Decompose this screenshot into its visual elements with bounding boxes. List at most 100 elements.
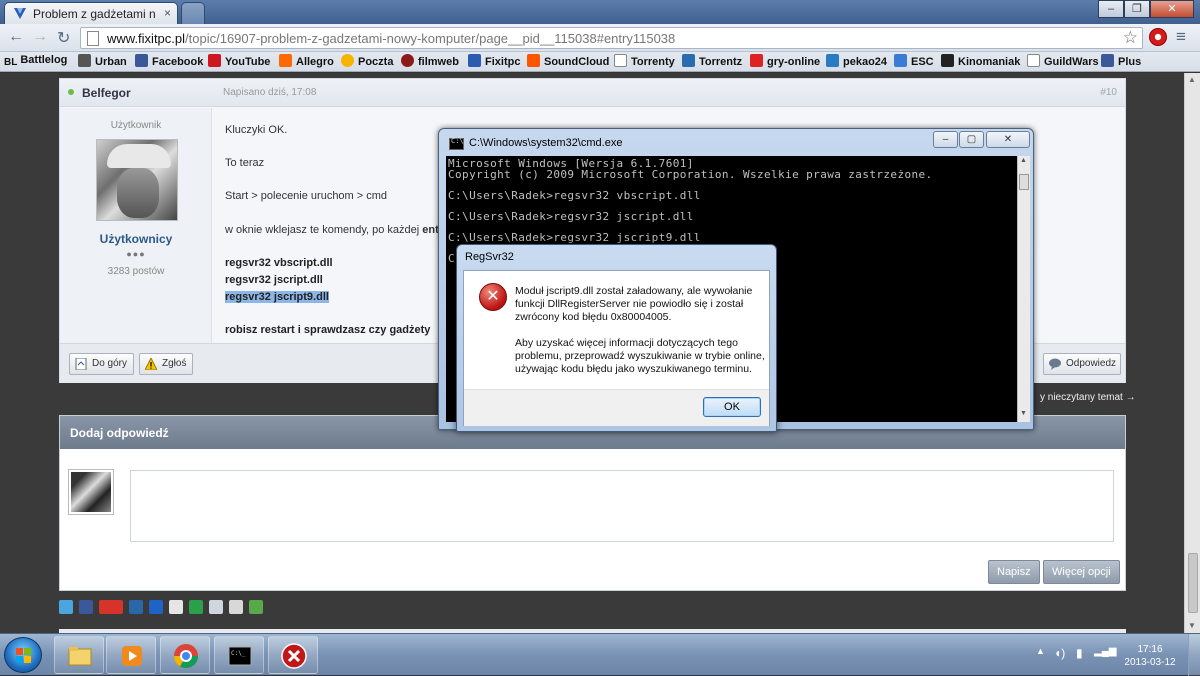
bookmark-kinomaniak[interactable]: Kinomaniak [941, 54, 1020, 68]
close-tab-icon[interactable]: × [164, 6, 171, 20]
reddit-icon[interactable] [169, 600, 183, 614]
battlelog-icon: BL [4, 57, 18, 68]
fixitpc-favicon-icon [14, 8, 26, 19]
reply-textarea[interactable] [130, 470, 1114, 542]
cmd-scrollbar-thumb[interactable] [1019, 174, 1029, 190]
taskbar-explorer[interactable] [54, 636, 104, 674]
delicious-icon[interactable] [149, 600, 163, 614]
clock-time: 17:16 [1137, 644, 1163, 655]
clock-date: 2013-03-12 [1124, 657, 1176, 668]
bookmark-plus[interactable]: Plus [1101, 54, 1141, 68]
page-scrollbar[interactable]: ▲ ▼ [1184, 73, 1200, 633]
facebook-icon[interactable] [79, 600, 93, 614]
user-avatar [68, 469, 114, 515]
post-number-link[interactable]: #10 [1100, 87, 1117, 98]
filmweb-icon [401, 54, 414, 67]
cmd-close-button[interactable]: ✕ [986, 131, 1030, 148]
show-hidden-icons-icon[interactable]: ▲ [1036, 646, 1045, 656]
cmd-minimize-button[interactable]: – [933, 131, 958, 148]
battery-icon[interactable]: ▮ [1076, 646, 1083, 660]
bookmark-soundcloud[interactable]: SoundCloud [527, 54, 609, 68]
scroll-down-icon[interactable]: ▼ [1188, 621, 1196, 630]
bookmark-facebook[interactable]: Facebook [135, 54, 203, 68]
post-line: Start > polecenie uruchom > cmd [225, 190, 388, 202]
url-text: www.fixitpc.pl/topic/16907-problem-z-gad… [107, 31, 676, 46]
unread-topic-link[interactable]: y nieczytany temat → [1040, 392, 1136, 403]
post-author-name[interactable]: Belfegor [82, 86, 131, 100]
cmd-window-title: C:\Windows\system32\cmd.exe [469, 137, 623, 149]
back-arrow-icon[interactable]: ← [8, 28, 24, 46]
bookmark-urban[interactable]: Urban [78, 54, 127, 68]
torrentz-icon [682, 54, 695, 67]
bookmark-star-icon[interactable]: ☆ [1123, 28, 1138, 48]
bookmark-filmweb[interactable]: filmweb [401, 54, 459, 68]
network-signal-icon[interactable]: ▂▄▆ [1094, 646, 1116, 657]
bookmark-poczta[interactable]: Poczta [341, 54, 393, 68]
fixitpc-icon [468, 54, 481, 67]
stumbleupon-icon[interactable] [189, 600, 203, 614]
bookmark-torrenty[interactable]: Torrenty [614, 54, 675, 68]
new-tab-button[interactable] [181, 2, 205, 24]
taskbar-media-player[interactable] [106, 636, 156, 674]
esc-icon [894, 54, 907, 67]
minimize-window-button[interactable]: – [1098, 0, 1124, 18]
post-line: robisz restart i sprawdzasz czy gadżety [225, 324, 431, 336]
bookmark-youtube[interactable]: YouTube [208, 54, 270, 68]
bookmark-fixitpc[interactable]: Fixitpc [468, 54, 520, 68]
post-line: w oknie wklejasz te komendy, po każdej e… [225, 224, 439, 236]
post-reply-button[interactable]: Napisz [988, 560, 1040, 584]
taskbar-regsvr32[interactable] [268, 636, 318, 674]
close-window-button[interactable]: ✕ [1150, 0, 1194, 18]
bookmark-pekao24[interactable]: pekao24 [826, 54, 887, 68]
post-header: Belfegor Napisano dziś, 17:08 #10 [60, 79, 1125, 107]
dialog-footer: OK [464, 389, 769, 426]
bookmark-allegro[interactable]: Allegro [279, 54, 334, 68]
author-post-count: 3283 postów [107, 266, 165, 277]
start-button[interactable] [4, 637, 42, 673]
urban-icon [78, 54, 91, 67]
maximize-window-button[interactable]: ❐ [1124, 0, 1150, 18]
scroll-up-icon[interactable]: ▲ [1020, 157, 1027, 164]
show-desktop-button[interactable] [1188, 634, 1200, 676]
reload-icon[interactable]: ↻ [57, 28, 70, 48]
download-icon[interactable] [249, 600, 263, 614]
reputation-dots: ●●● [126, 249, 146, 259]
go-to-top-button[interactable]: Do góry [69, 353, 135, 375]
forward-arrow-icon[interactable]: → [32, 28, 48, 46]
cmd-maximize-button[interactable]: ▢ [959, 131, 984, 148]
bookmark-gry-online[interactable]: gry-online [750, 54, 820, 68]
scroll-up-icon[interactable]: ▲ [1188, 75, 1196, 84]
scrollbar-thumb[interactable] [1188, 553, 1198, 613]
more-options-button[interactable]: Więcej opcji [1043, 560, 1120, 584]
bookmark-battlelog[interactable]: BL Battlelog [4, 54, 67, 70]
report-button[interactable]: Zgłoś [139, 353, 194, 375]
dialog-message: Moduł jscript9.dll został załadowany, al… [515, 285, 765, 389]
kinomaniak-icon [941, 54, 954, 67]
cmd-scrollbar[interactable]: ▲ ▼ [1017, 156, 1030, 422]
browser-tab-active[interactable]: Problem z gadżetami nowy komputer × [4, 2, 178, 24]
print-icon[interactable] [229, 600, 243, 614]
avatar-hat-shape [107, 144, 171, 168]
digg-icon[interactable] [129, 600, 143, 614]
taskbar-chrome[interactable] [160, 636, 210, 674]
post-command-line: regsvr32 vbscript.dll [225, 257, 333, 269]
page-up-icon [75, 358, 87, 370]
bookmark-torrentz[interactable]: Torrentz [682, 54, 742, 68]
adblock-extension-icon[interactable] [1149, 28, 1167, 46]
author-avatar[interactable] [96, 139, 178, 221]
taskbar-cmd[interactable]: C:\_ [214, 636, 264, 674]
scroll-down-icon[interactable]: ▼ [1020, 410, 1027, 417]
bookmark-esc[interactable]: ESC [894, 54, 934, 68]
volume-icon[interactable]: ◖) [1054, 646, 1065, 660]
twitter-icon[interactable] [59, 600, 73, 614]
bookmark-guildwars[interactable]: GuildWars [1027, 54, 1099, 68]
ok-button[interactable]: OK [703, 397, 761, 417]
allegro-icon [279, 54, 292, 67]
reply-quote-button[interactable]: Odpowiedz [1043, 353, 1121, 375]
taskbar-clock[interactable]: 17:16 2013-03-12 [1120, 643, 1180, 669]
address-bar[interactable]: www.fixitpc.pl/topic/16907-problem-z-gad… [80, 27, 1143, 49]
google-plus-icon[interactable] [99, 600, 123, 614]
email-icon[interactable] [209, 600, 223, 614]
menu-icon[interactable]: ≡ [1176, 27, 1186, 47]
soundcloud-icon [527, 54, 540, 67]
